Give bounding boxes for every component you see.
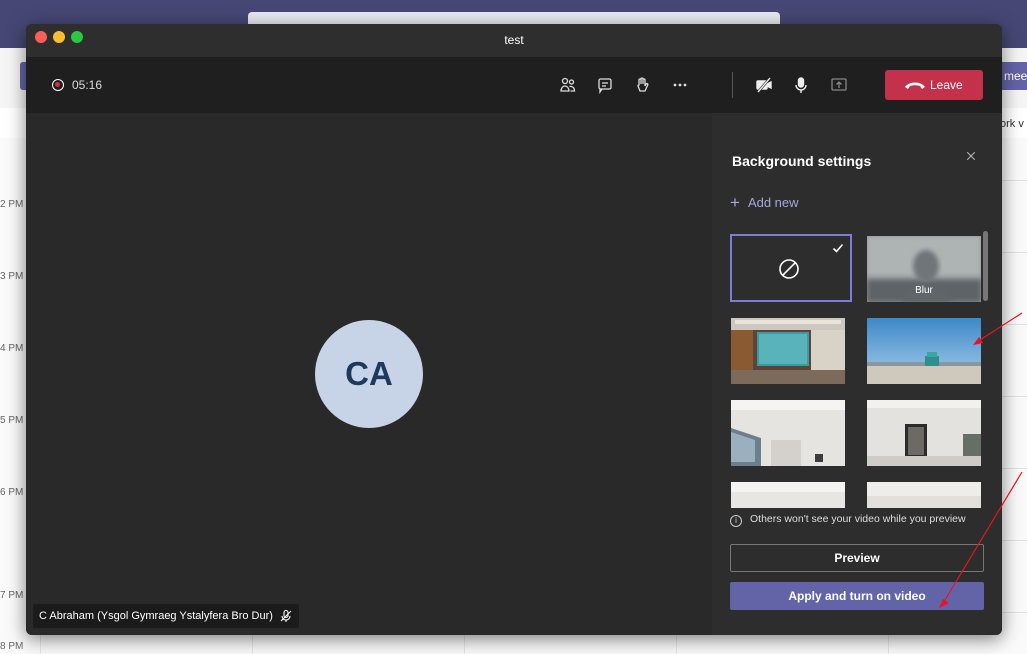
raise-hand-icon[interactable] bbox=[631, 74, 653, 96]
background-option-blur[interactable]: Blur bbox=[867, 236, 981, 302]
mic-muted-icon bbox=[280, 609, 292, 622]
background-option-office[interactable] bbox=[731, 318, 845, 384]
no-background-icon bbox=[779, 259, 799, 279]
participant-name-tag: C Abraham (Ysgol Gymraeg Ystalyfera Bro … bbox=[33, 604, 299, 628]
more-options-icon[interactable] bbox=[669, 74, 691, 96]
camera-off-icon[interactable] bbox=[753, 74, 775, 96]
leave-label: Leave bbox=[930, 78, 963, 92]
preview-button[interactable]: Preview bbox=[730, 544, 984, 572]
preview-info: i Others won't see your video while you p… bbox=[730, 513, 966, 527]
avatar: CA bbox=[315, 320, 423, 428]
bright-room-thumbnail bbox=[731, 482, 845, 508]
video-stage: CA C Abraham (Ysgol Gymraeg Ystalyfera B… bbox=[26, 113, 712, 635]
loft-thumbnail bbox=[867, 400, 981, 466]
recording-icon bbox=[52, 79, 64, 91]
toolbar-divider bbox=[732, 72, 733, 98]
meeting-window: test 05:16 Leave CA C Abraham (Ysgol Gym… bbox=[26, 24, 1002, 635]
background-option-loft[interactable] bbox=[867, 400, 981, 466]
chat-icon[interactable] bbox=[594, 74, 616, 96]
meet-now-button[interactable]: mee bbox=[998, 62, 1027, 90]
title-bar: test bbox=[26, 24, 1002, 57]
plain-room-thumbnail bbox=[867, 482, 981, 508]
background-settings-panel: Background settings + Add new Blur i Oth… bbox=[712, 113, 1002, 635]
microphone-icon[interactable] bbox=[790, 74, 812, 96]
add-new-label: Add new bbox=[747, 195, 799, 210]
panel-scrollbar[interactable] bbox=[983, 231, 988, 301]
add-new-button[interactable]: + Add new bbox=[730, 193, 799, 213]
background-option-plain-room[interactable] bbox=[867, 482, 981, 508]
background-option-beach[interactable] bbox=[867, 318, 981, 384]
participant-name: C Abraham (Ysgol Gymraeg Ystalyfera Bro … bbox=[39, 610, 273, 622]
selected-check-icon bbox=[832, 243, 844, 253]
hang-up-icon bbox=[905, 82, 925, 89]
blur-label: Blur bbox=[915, 285, 933, 296]
plus-icon: + bbox=[730, 193, 740, 212]
close-icon[interactable] bbox=[963, 149, 979, 165]
beach-thumbnail bbox=[867, 318, 981, 384]
office-thumbnail bbox=[731, 318, 845, 384]
preview-info-text: Others won't see your video while you pr… bbox=[750, 513, 966, 525]
panel-title: Background settings bbox=[732, 153, 872, 169]
apply-button[interactable]: Apply and turn on video bbox=[730, 582, 984, 610]
white-room-thumbnail bbox=[731, 400, 845, 466]
share-screen-icon[interactable] bbox=[828, 74, 850, 96]
work-week-label[interactable]: ork v bbox=[1000, 118, 1024, 130]
leave-button[interactable]: Leave bbox=[885, 70, 983, 100]
background-option-white-room[interactable] bbox=[731, 400, 845, 466]
info-icon: i bbox=[730, 515, 742, 527]
participants-icon[interactable] bbox=[557, 74, 579, 96]
meeting-controls-bar: 05:16 Leave bbox=[26, 57, 1002, 113]
window-title: test bbox=[504, 33, 524, 47]
background-option-none[interactable] bbox=[730, 234, 852, 302]
hour-label: 8 PM bbox=[0, 641, 24, 652]
background-option-bright-room[interactable] bbox=[731, 482, 845, 508]
meeting-timer: 05:16 bbox=[72, 78, 103, 92]
